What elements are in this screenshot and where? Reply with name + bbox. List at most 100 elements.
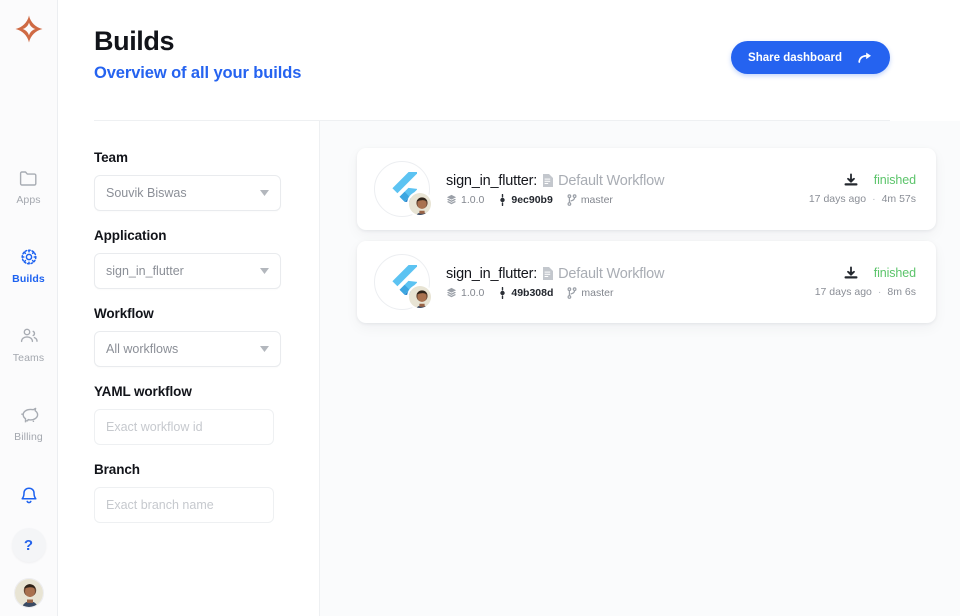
build-commit: 49b308d xyxy=(498,287,553,299)
download-icon[interactable] xyxy=(844,266,858,280)
sidebar-nav: Apps Builds xyxy=(0,158,57,474)
build-status-row: finished xyxy=(809,173,916,187)
filter-label: Workflow xyxy=(94,306,319,321)
separator: · xyxy=(878,286,882,298)
application-select[interactable]: sign_in_flutter xyxy=(94,253,281,289)
build-version: 1.0.0 xyxy=(446,287,484,299)
build-owner-avatar xyxy=(407,284,433,310)
document-icon xyxy=(542,174,553,187)
build-status-group: finished 17 days ago · 8m 6s xyxy=(805,266,916,298)
primary-sidebar: Apps Builds xyxy=(0,0,58,616)
build-commit: 9ec90b9 xyxy=(498,194,552,206)
build-card[interactable]: sign_in_flutter: Default Workflow xyxy=(357,148,936,230)
codemagic-logo[interactable] xyxy=(12,12,46,46)
sidebar-item-builds[interactable]: Builds xyxy=(0,237,57,293)
status-badge: finished xyxy=(874,173,916,187)
yaml-workflow-input[interactable] xyxy=(94,409,274,445)
app-root: Apps Builds xyxy=(0,0,960,616)
build-commit-text: 9ec90b9 xyxy=(511,194,552,206)
sidebar-item-label: Builds xyxy=(12,273,45,285)
workflow-select[interactable]: All workflows xyxy=(94,331,281,367)
build-timing: 17 days ago · 8m 6s xyxy=(815,286,916,298)
build-status-row: finished xyxy=(815,266,916,280)
sidebar-item-apps[interactable]: Apps xyxy=(0,158,57,214)
filter-workflow: Workflow All workflows xyxy=(94,306,319,367)
team-select[interactable]: Souvik Biswas xyxy=(94,175,281,211)
user-avatar[interactable] xyxy=(14,578,44,608)
commit-icon xyxy=(498,194,507,206)
main-content: Builds Overview of all your builds Share… xyxy=(58,0,960,616)
application-select-value: sign_in_flutter xyxy=(106,264,260,278)
sidebar-item-billing[interactable]: Billing xyxy=(0,395,57,451)
filter-application: Application sign_in_flutter xyxy=(94,228,319,289)
build-meta-row: 1.0.0 9ec90b9 xyxy=(446,194,799,206)
sidebar-bottom-group: ? xyxy=(0,482,57,616)
build-app-name: sign_in_flutter: xyxy=(446,266,537,282)
build-branch-text: master xyxy=(581,287,613,299)
filters-panel: Team Souvik Biswas Application sign_in_f… xyxy=(58,121,320,616)
layers-icon xyxy=(446,287,457,298)
build-info: sign_in_flutter: Default Workflow xyxy=(446,173,799,206)
build-duration: 4m 57s xyxy=(882,193,916,205)
piggy-bank-icon xyxy=(18,404,40,426)
build-time-ago: 17 days ago xyxy=(809,193,866,205)
build-branch: master xyxy=(567,287,613,299)
build-commit-text: 49b308d xyxy=(511,287,553,299)
sidebar-item-label: Teams xyxy=(13,352,44,364)
build-title-row: sign_in_flutter: Default Workflow xyxy=(446,173,799,189)
build-branch: master xyxy=(567,194,613,206)
build-owner-avatar xyxy=(407,191,433,217)
branch-icon xyxy=(567,287,577,299)
status-badge: finished xyxy=(874,266,916,280)
commit-icon xyxy=(498,287,507,299)
build-workflow-name: Default Workflow xyxy=(558,173,664,189)
share-dashboard-button[interactable]: Share dashboard xyxy=(731,41,890,74)
build-title-row: sign_in_flutter: Default Workflow xyxy=(446,266,805,282)
app-avatar xyxy=(374,161,430,217)
filter-branch: Branch xyxy=(94,462,319,523)
build-version-text: 1.0.0 xyxy=(461,287,484,299)
gear-dots-icon xyxy=(18,246,40,268)
filter-label: Team xyxy=(94,150,319,165)
filter-label: YAML workflow xyxy=(94,384,319,399)
share-arrow-icon xyxy=(858,51,873,64)
layers-icon xyxy=(446,194,457,205)
people-icon xyxy=(18,325,40,347)
team-select-value: Souvik Biswas xyxy=(106,186,260,200)
build-status-group: finished 17 days ago · 4m 57s xyxy=(799,173,916,205)
body-area: Team Souvik Biswas Application sign_in_f… xyxy=(58,121,960,616)
bell-icon[interactable] xyxy=(15,482,43,510)
sidebar-item-label: Billing xyxy=(14,431,43,443)
workflow-select-value: All workflows xyxy=(106,342,260,356)
chevron-down-icon xyxy=(260,346,269,352)
filter-label: Branch xyxy=(94,462,319,477)
build-workflow-name: Default Workflow xyxy=(558,266,664,282)
builds-list: sign_in_flutter: Default Workflow xyxy=(320,121,960,616)
chevron-down-icon xyxy=(260,190,269,196)
filter-team: Team Souvik Biswas xyxy=(94,150,319,211)
sidebar-item-teams[interactable]: Teams xyxy=(0,316,57,372)
build-info: sign_in_flutter: Default Workflow xyxy=(446,266,805,299)
build-version: 1.0.0 xyxy=(446,194,484,206)
filter-label: Application xyxy=(94,228,319,243)
help-button[interactable]: ? xyxy=(12,528,46,562)
chevron-down-icon xyxy=(260,268,269,274)
build-version-text: 1.0.0 xyxy=(461,194,484,206)
branch-icon xyxy=(567,194,577,206)
build-app-name: sign_in_flutter: xyxy=(446,173,537,189)
build-card[interactable]: sign_in_flutter: Default Workflow xyxy=(357,241,936,323)
build-meta-row: 1.0.0 49b308d xyxy=(446,287,805,299)
branch-input[interactable] xyxy=(94,487,274,523)
build-branch-text: master xyxy=(581,194,613,206)
download-icon[interactable] xyxy=(844,173,858,187)
folder-icon xyxy=(18,167,40,189)
build-duration: 8m 6s xyxy=(887,286,916,298)
sidebar-item-label: Apps xyxy=(16,194,40,206)
app-avatar xyxy=(374,254,430,310)
filter-yaml-workflow: YAML workflow xyxy=(94,384,319,445)
build-timing: 17 days ago · 4m 57s xyxy=(809,193,916,205)
share-dashboard-label: Share dashboard xyxy=(748,52,842,64)
build-time-ago: 17 days ago xyxy=(815,286,872,298)
separator: · xyxy=(872,193,876,205)
document-icon xyxy=(542,267,553,280)
